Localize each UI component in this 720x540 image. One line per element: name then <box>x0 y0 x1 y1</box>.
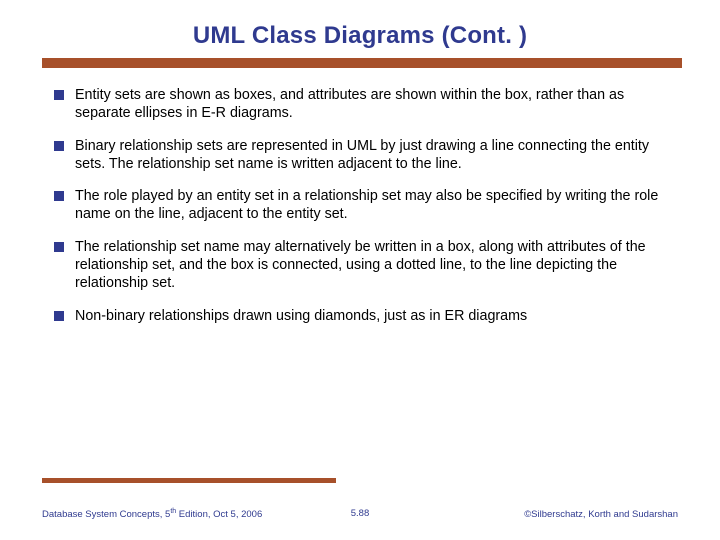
content-area: Entity sets are shown as boxes, and attr… <box>54 86 666 339</box>
square-bullet-icon <box>54 242 64 252</box>
list-item-text: The role played by an entity set in a re… <box>75 187 666 224</box>
square-bullet-icon <box>54 311 64 321</box>
list-item: Non-binary relationships drawn using dia… <box>54 307 666 325</box>
list-item: The role played by an entity set in a re… <box>54 187 666 224</box>
list-item-text: Non-binary relationships drawn using dia… <box>75 307 666 325</box>
list-item-text: Entity sets are shown as boxes, and attr… <box>75 86 666 123</box>
list-item: Binary relationship sets are represented… <box>54 137 666 174</box>
title-underline <box>42 58 682 63</box>
list-item: The relationship set name may alternativ… <box>54 238 666 293</box>
square-bullet-icon <box>54 90 64 100</box>
bottom-rule <box>42 478 336 483</box>
list-item-text: The relationship set name may alternativ… <box>75 238 666 293</box>
footer-page-number: 5.88 <box>42 508 678 519</box>
slide: UML Class Diagrams (Cont. ) Entity sets … <box>0 0 720 540</box>
square-bullet-icon <box>54 141 64 151</box>
list-item: Entity sets are shown as boxes, and attr… <box>54 86 666 123</box>
list-item-text: Binary relationship sets are represented… <box>75 137 666 174</box>
footer: 5.88 Database System Concepts, 5th Editi… <box>42 508 678 520</box>
square-bullet-icon <box>54 191 64 201</box>
slide-title: UML Class Diagrams (Cont. ) <box>0 22 720 50</box>
